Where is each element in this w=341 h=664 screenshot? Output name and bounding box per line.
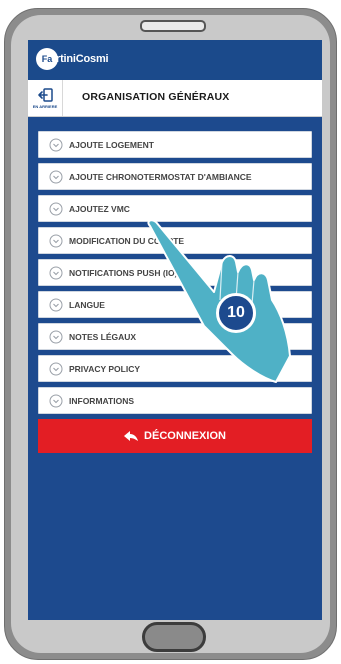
chevron-down-icon (49, 298, 63, 311)
chevron-down-icon (49, 330, 63, 343)
logout-button-label: DÉCONNEXION (144, 430, 226, 442)
step-number-badge: 10 (216, 293, 256, 333)
menu-item-legal-notes[interactable]: NOTES LÉGAUX (38, 323, 312, 350)
phone-screen: Fa rtiniCosmi EN ARRIERE ORGANISATION GÉ… (28, 40, 322, 620)
menu-item-label: MODIFICATION DU COMPTE (69, 235, 185, 246)
app-topbar: Fa rtiniCosmi (28, 40, 322, 80)
chevron-down-icon (49, 202, 63, 215)
back-arrow-icon (38, 87, 53, 102)
phone-home-button (142, 622, 206, 652)
logout-button[interactable]: DÉCONNEXION (38, 419, 312, 453)
chevron-down-icon (49, 362, 63, 375)
page-header: EN ARRIERE ORGANISATION GÉNÉRAUX (28, 80, 322, 117)
menu-item-label: INFORMATIONS (69, 395, 135, 406)
menu-item-add-thermostat[interactable]: AJOUTE CHRONOTERMOSTAT D'AMBIANCE (38, 163, 312, 190)
page-title: ORGANISATION GÉNÉRAUX (82, 91, 230, 103)
chevron-down-icon (49, 266, 63, 279)
menu-item-account[interactable]: MODIFICATION DU COMPTE (38, 227, 312, 254)
menu-item-label: PRIVACY POLICY (69, 363, 141, 374)
menu-item-label: LANGUE (69, 299, 105, 310)
chevron-down-icon (49, 234, 63, 247)
phone-speaker (140, 20, 206, 32)
menu-item-informations[interactable]: INFORMATIONS (38, 387, 312, 414)
settings-menu: AJOUTE LOGEMENT AJOUTE CHRONOTERMOSTAT D… (28, 117, 322, 453)
menu-item-add-home[interactable]: AJOUTE LOGEMENT (38, 131, 312, 158)
brand-logo-text: rtiniCosmi (56, 53, 109, 65)
brand-logo-mark: Fa (36, 48, 58, 70)
menu-item-language[interactable]: LANGUE (38, 291, 312, 318)
brand-logo: Fa rtiniCosmi (36, 48, 109, 70)
menu-item-label: NOTIFICATIONS PUSH (IO) (69, 267, 178, 278)
menu-item-label: NOTES LÉGAUX (69, 331, 137, 342)
menu-item-add-vmc[interactable]: AJOUTEZ VMC (38, 195, 312, 222)
menu-item-label: AJOUTE CHRONOTERMOSTAT D'AMBIANCE (69, 171, 252, 182)
back-button-label: EN ARRIERE (32, 103, 58, 109)
back-button[interactable]: EN ARRIERE (28, 80, 63, 116)
chevron-down-icon (49, 394, 63, 407)
menu-item-label: AJOUTE LOGEMENT (69, 139, 155, 150)
menu-item-label: AJOUTEZ VMC (69, 203, 130, 214)
menu-item-push-notifications[interactable]: NOTIFICATIONS PUSH (IO) (38, 259, 312, 286)
chevron-down-icon (49, 170, 63, 183)
menu-item-privacy-policy[interactable]: PRIVACY POLICY (38, 355, 312, 382)
logout-arrow-icon (124, 431, 139, 441)
chevron-down-icon (49, 138, 63, 151)
